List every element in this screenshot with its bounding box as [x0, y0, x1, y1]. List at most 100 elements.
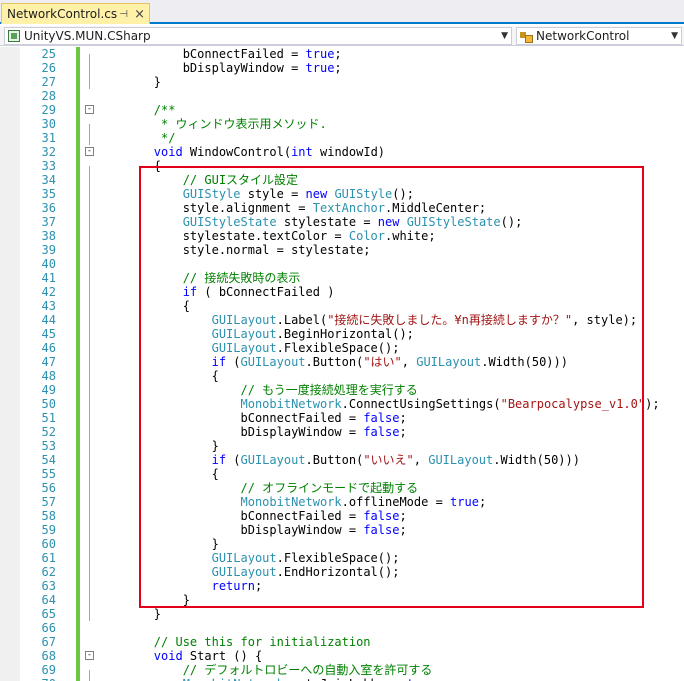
- pin-icon[interactable]: ⊣: [117, 9, 130, 20]
- line-number: 40: [41, 257, 56, 271]
- line-number: 65: [41, 607, 56, 621]
- code-line[interactable]: 31 */: [0, 131, 684, 145]
- code-line[interactable]: 27 }: [0, 75, 684, 89]
- line-number: 62: [41, 565, 56, 579]
- line-number: 26: [41, 61, 56, 75]
- line-number: 47: [41, 355, 56, 369]
- code-token: }: [96, 607, 162, 621]
- change-marker: [76, 103, 80, 117]
- change-marker: [76, 201, 80, 215]
- tab-networkcontrol-cs[interactable]: NetworkControl.cs ⊣ ×: [1, 3, 150, 24]
- change-marker: [76, 551, 80, 565]
- change-marker: [76, 257, 80, 271]
- collapse-icon[interactable]: -: [85, 105, 94, 114]
- code-token: * ウィンドウ表示用メソッド.: [96, 117, 327, 131]
- line-number: 43: [41, 299, 56, 313]
- code-line[interactable]: 65 }: [0, 607, 684, 621]
- change-marker: [76, 299, 80, 313]
- line-number: 61: [41, 551, 56, 565]
- code-token: // デフォルトロビーへの自動入室を許可する: [96, 663, 433, 677]
- class-icon: [520, 30, 533, 43]
- collapse-icon[interactable]: -: [85, 147, 94, 156]
- code-text: MonobitNetwork.autoJoinLobby = true;: [96, 677, 443, 681]
- code-token: }: [96, 75, 162, 89]
- code-token: );: [645, 397, 660, 411]
- code-text: bConnectFailed = true;: [96, 47, 342, 61]
- document-tab-strip: NetworkControl.cs ⊣ ×: [0, 0, 684, 24]
- code-line[interactable]: 28: [0, 89, 684, 103]
- line-number: 37: [41, 215, 56, 229]
- code-text: // Use this for initialization: [96, 635, 371, 649]
- line-number: 33: [41, 159, 56, 173]
- line-number: 42: [41, 285, 56, 299]
- chevron-down-icon: ▼: [671, 31, 678, 41]
- line-number: 58: [41, 509, 56, 523]
- code-token: windowId): [312, 145, 386, 159]
- code-editor[interactable]: 25 bConnectFailed = true; 26 bDisplayWind…: [0, 47, 684, 681]
- class-name: NetworkControl: [536, 29, 630, 43]
- change-marker: [76, 565, 80, 579]
- close-icon[interactable]: ×: [133, 7, 146, 22]
- line-number: 35: [41, 187, 56, 201]
- code-line[interactable]: 32 - void WindowControl(int windowId): [0, 145, 684, 159]
- change-marker: [76, 215, 80, 229]
- line-number: 57: [41, 495, 56, 509]
- change-marker: [76, 635, 80, 649]
- change-marker: [76, 509, 80, 523]
- change-marker: [76, 313, 80, 327]
- line-number: 66: [41, 621, 56, 635]
- line-number: 32: [41, 145, 56, 159]
- change-marker: [76, 411, 80, 425]
- code-text: }: [96, 607, 161, 621]
- line-number: 30: [41, 117, 56, 131]
- code-line[interactable]: 66: [0, 621, 684, 635]
- red-highlight-box: [139, 166, 644, 608]
- code-text: void Start () {: [96, 649, 262, 663]
- code-token: ;: [436, 677, 443, 681]
- line-number: 69: [41, 663, 56, 677]
- line-number: 29: [41, 103, 56, 117]
- line-number: 27: [41, 75, 56, 89]
- class-dropdown[interactable]: NetworkControl ▼: [516, 27, 682, 45]
- code-token: .autoJoinLobby =: [284, 677, 407, 681]
- code-line[interactable]: 29 - /**: [0, 103, 684, 117]
- line-number: 45: [41, 327, 56, 341]
- change-marker: [76, 117, 80, 131]
- code-token: bConnectFailed =: [96, 47, 306, 61]
- change-marker: [76, 89, 80, 103]
- line-number: 68: [41, 649, 56, 663]
- change-marker: [76, 271, 80, 285]
- code-line[interactable]: 25 bConnectFailed = true;: [0, 47, 684, 61]
- code-token: /**: [96, 103, 176, 117]
- navigation-bar: UnityVS.MUN.CSharp ▼ NetworkControl ▼: [0, 26, 684, 46]
- collapse-icon[interactable]: -: [85, 651, 94, 660]
- line-number: 25: [41, 47, 56, 61]
- project-dropdown[interactable]: UnityVS.MUN.CSharp ▼: [4, 27, 512, 45]
- code-token: Start () {: [182, 649, 263, 663]
- line-number: 52: [41, 425, 56, 439]
- code-text: /**: [96, 103, 176, 117]
- code-line[interactable]: 30 * ウィンドウ表示用メソッド.: [0, 117, 684, 131]
- code-line[interactable]: 70 MonobitNetwork.autoJoinLobby = true;: [0, 677, 684, 681]
- change-marker: [76, 369, 80, 383]
- change-marker: [76, 285, 80, 299]
- line-number: 49: [41, 383, 56, 397]
- change-marker: [76, 159, 80, 173]
- change-marker: [76, 75, 80, 89]
- code-line[interactable]: 26 bDisplayWindow = true;: [0, 61, 684, 75]
- code-line[interactable]: 68 - void Start () {: [0, 649, 684, 663]
- change-marker: [76, 439, 80, 453]
- line-number: 34: [41, 173, 56, 187]
- line-number: 46: [41, 341, 56, 355]
- change-marker: [76, 383, 80, 397]
- code-text: void WindowControl(int windowId): [96, 145, 385, 159]
- change-marker: [76, 593, 80, 607]
- code-line[interactable]: 69 // デフォルトロビーへの自動入室を許可する: [0, 663, 684, 677]
- code-line[interactable]: 67 // Use this for initialization: [0, 635, 684, 649]
- line-number: 56: [41, 481, 56, 495]
- line-number: 55: [41, 467, 56, 481]
- code-token: */: [96, 131, 176, 145]
- line-number: 59: [41, 523, 56, 537]
- change-marker: [76, 467, 80, 481]
